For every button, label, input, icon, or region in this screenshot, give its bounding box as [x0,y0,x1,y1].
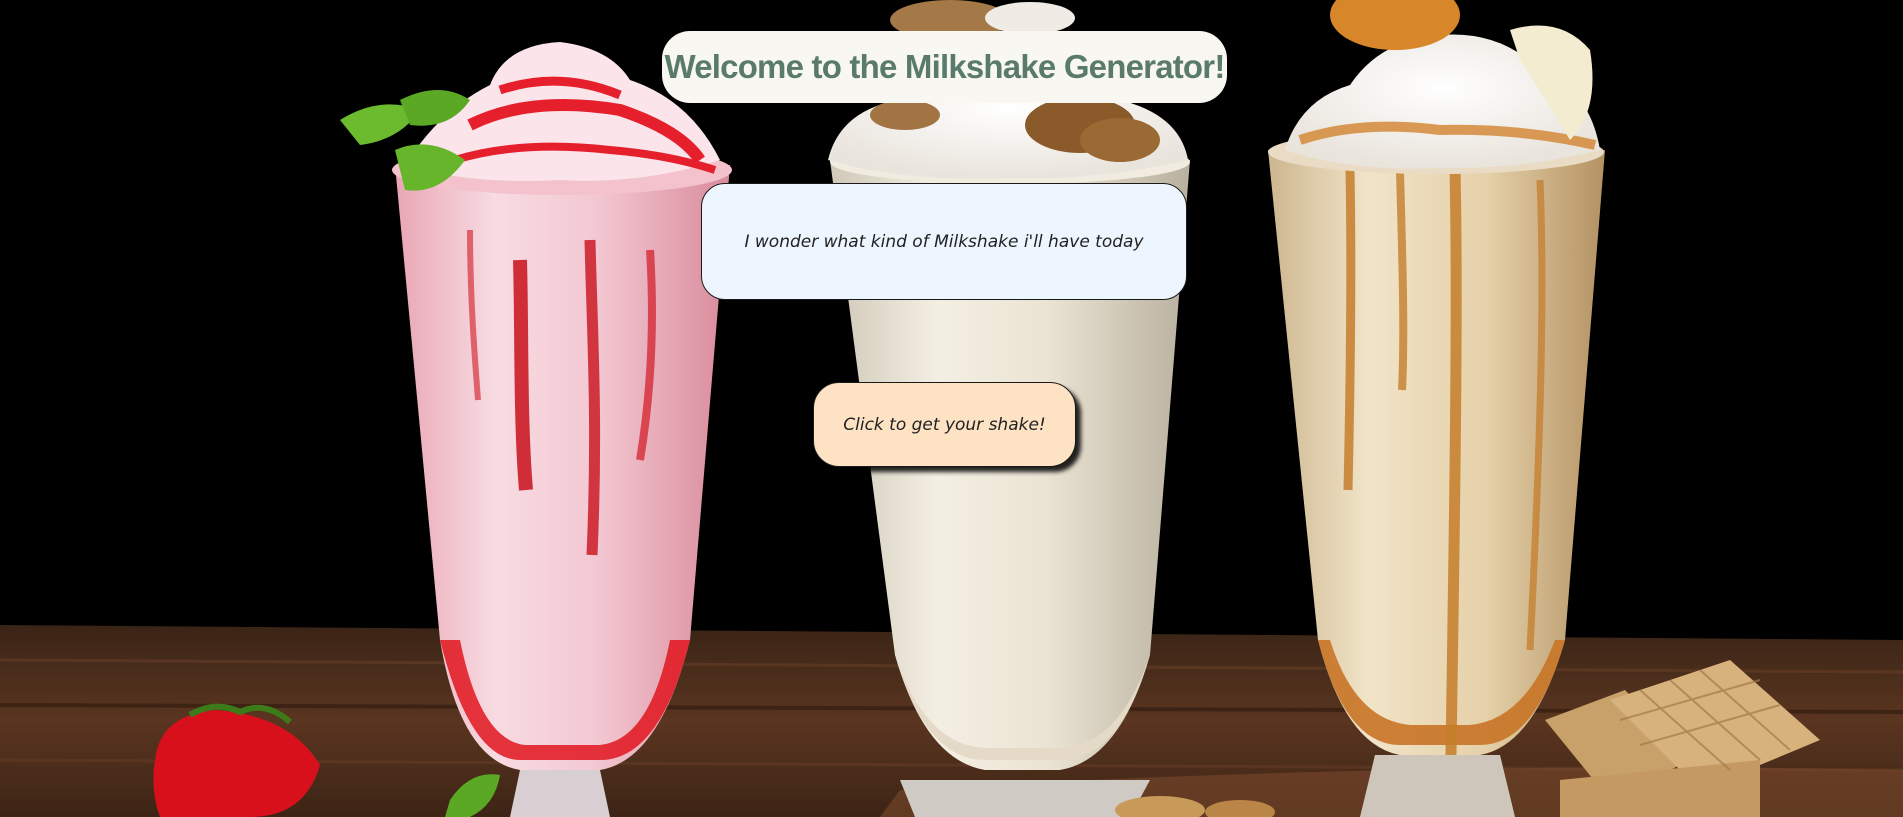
shake-message-panel: I wonder what kind of Milkshake i'll hav… [701,183,1187,300]
milkshake-generator-page: Welcome to the Milkshake Generator! I wo… [0,0,1903,817]
shake-message-text: I wonder what kind of Milkshake i'll hav… [744,231,1144,252]
page-title: Welcome to the Milkshake Generator! [664,48,1225,85]
title-banner: Welcome to the Milkshake Generator! [662,31,1227,103]
get-shake-button[interactable]: Click to get your shake! [813,382,1076,467]
